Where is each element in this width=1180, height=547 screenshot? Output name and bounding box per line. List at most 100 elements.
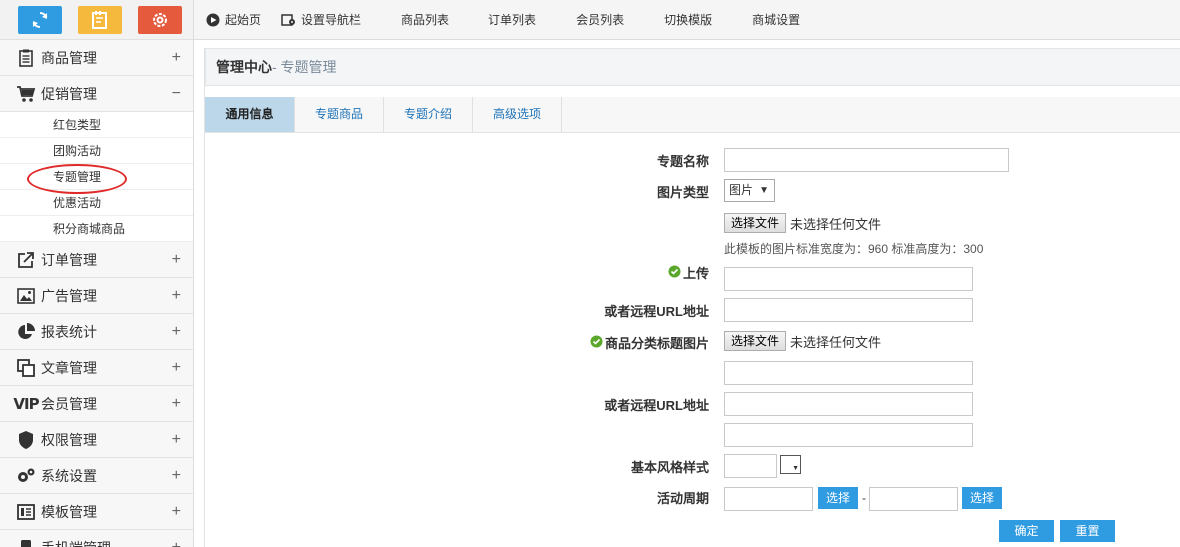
no-file-text: 未选择任何文件 — [790, 216, 882, 232]
expand-toggle[interactable]: + — [172, 467, 181, 485]
collapse-toggle[interactable]: − — [172, 85, 181, 103]
sidebar-item-system[interactable]: 系统设置 + — [0, 458, 193, 494]
extra-url-input[interactable] — [724, 423, 973, 447]
nav-mall-settings[interactable]: 商城设置 — [752, 11, 800, 28]
category-path-input[interactable] — [724, 361, 973, 385]
shield-icon — [16, 430, 36, 450]
end-date-select-button[interactable]: 选择 — [962, 487, 1002, 509]
tab-advanced[interactable]: 高级选项 — [473, 97, 563, 132]
copy-icon — [16, 358, 36, 378]
tab-general[interactable]: 通用信息 — [205, 97, 295, 132]
breadcrumb-current: - 专题管理 — [272, 59, 337, 75]
breadcrumb-root: 管理中心 — [216, 59, 272, 75]
category-title-label-row: 商品分类标题图片 — [590, 333, 709, 352]
dropdown-arrow-icon: ▼ — [792, 465, 799, 472]
expand-toggle[interactable]: + — [172, 503, 181, 521]
period-label: 活动周期 — [656, 491, 709, 506]
check-circle-icon — [668, 265, 681, 281]
remote-url-input-2[interactable] — [724, 392, 973, 416]
vip-icon: VIP — [13, 394, 39, 413]
nav-settings[interactable]: 设置导航栏 — [281, 11, 361, 28]
image-type-select[interactable]: 图片 ▼ — [724, 179, 775, 202]
topic-form: 专题名称 图片类型 图片 ▼ 上传 选择文件 未选择任何文件 此模板的图片标准宽… — [205, 133, 1180, 547]
expand-toggle[interactable]: + — [172, 287, 181, 305]
submenu-item-redpacket[interactable]: 红包类型 — [0, 112, 193, 138]
remote-url-label: 或者远程URL地址 — [604, 398, 709, 413]
sidebar-item-ads[interactable]: 广告管理 + — [0, 278, 193, 314]
quick-buttons — [0, 0, 193, 40]
expand-toggle[interactable]: + — [172, 431, 181, 449]
expand-toggle[interactable]: + — [172, 395, 181, 413]
nav-settings-label: 设置导航栏 — [301, 13, 362, 27]
sidebar-item-label: 促销管理 — [41, 85, 97, 102]
date-range-separator: - — [862, 491, 866, 505]
color-picker[interactable]: ▼ — [780, 455, 801, 474]
sidebar-item-label: 会员管理 — [41, 395, 97, 412]
expand-toggle[interactable]: + — [172, 359, 181, 377]
sidebar-item-members[interactable]: VIP 会员管理 + — [0, 386, 193, 422]
confirm-button[interactable]: 确定 — [999, 520, 1054, 542]
edit-settings-icon — [281, 13, 296, 27]
sidebar-item-label: 手机端管理 — [41, 538, 111, 547]
reset-button[interactable]: 重置 — [1060, 520, 1115, 542]
upload-path-input[interactable] — [724, 267, 973, 291]
sidebar-item-label: 商品管理 — [41, 49, 97, 66]
style-input[interactable] — [724, 454, 777, 478]
image-icon — [16, 286, 36, 306]
image-type-label: 图片类型 — [656, 185, 709, 200]
nav-order-list[interactable]: 订单列表 — [488, 11, 536, 28]
sidebar-item-label: 系统设置 — [41, 467, 97, 484]
choose-file-button[interactable]: 选择文件 — [724, 213, 787, 233]
clipboard-icon — [16, 48, 36, 68]
sidebar-item-articles[interactable]: 文章管理 + — [0, 350, 193, 386]
topic-name-input[interactable] — [724, 148, 1009, 172]
list-box-icon — [16, 502, 36, 522]
tab-topic-goods[interactable]: 专题商品 — [295, 97, 385, 132]
end-date-input[interactable] — [869, 487, 958, 511]
submenu-item-topic[interactable]: 专题管理 — [0, 164, 193, 194]
sidebar-item-promotion[interactable]: 促销管理 − — [0, 76, 193, 112]
share-box-icon — [16, 250, 36, 270]
submenu-item-groupbuy[interactable]: 团购活动 — [0, 138, 193, 164]
topic-name-label: 专题名称 — [656, 154, 709, 169]
gear-icon — [153, 12, 167, 27]
submenu-item-discount[interactable]: 优惠活动 — [0, 190, 193, 216]
tab-topic-intro[interactable]: 专题介绍 — [384, 97, 474, 132]
nav-goods-list[interactable]: 商品列表 — [401, 11, 449, 28]
gears-icon — [16, 466, 36, 486]
nav-member-list[interactable]: 会员列表 — [576, 11, 624, 28]
nav-home-label: 起始页 — [225, 13, 262, 27]
start-date-select-button[interactable]: 选择 — [818, 487, 858, 509]
style-label: 基本风格样式 — [630, 460, 709, 475]
category-file-row: 选择文件 未选择任何文件 — [724, 331, 881, 351]
sidebar-item-templates[interactable]: 模板管理 + — [0, 494, 193, 530]
refresh-icon — [32, 11, 48, 28]
category-title-label: 商品分类标题图片 — [604, 336, 709, 351]
nav-home[interactable]: 起始页 — [206, 11, 261, 28]
image-type-value: 图片 — [729, 183, 754, 197]
refresh-button[interactable] — [18, 5, 62, 34]
sidebar-item-reports[interactable]: 报表统计 + — [0, 314, 193, 350]
sidebar-item-mobile[interactable]: 手机端管理 + — [0, 530, 193, 547]
dropdown-arrow-icon: ▼ — [759, 185, 769, 196]
choose-file-button[interactable]: 选择文件 — [724, 331, 787, 351]
expand-toggle[interactable]: + — [172, 251, 181, 269]
settings-button[interactable] — [138, 5, 182, 34]
sidebar-item-permissions[interactable]: 权限管理 + — [0, 422, 193, 458]
start-date-input[interactable] — [724, 487, 813, 511]
nav-switch-template[interactable]: 切换模版 — [664, 11, 712, 28]
notes-button[interactable] — [78, 5, 122, 34]
upload-label-row: 上传 — [668, 263, 709, 282]
sidebar-item-orders[interactable]: 订单管理 + — [0, 242, 193, 278]
sidebar-item-label: 文章管理 — [41, 359, 97, 376]
sidebar-item-label: 报表统计 — [41, 323, 97, 340]
remote-url-input[interactable] — [724, 298, 973, 322]
expand-toggle[interactable]: + — [172, 539, 181, 547]
image-size-hint: 此模板的图片标准宽度为：960 标准高度为：300 — [724, 242, 984, 256]
expand-toggle[interactable]: + — [172, 323, 181, 341]
submenu-item-points-mall[interactable]: 积分商城商品 — [0, 216, 193, 242]
sidebar-item-label: 模板管理 — [41, 503, 97, 520]
expand-toggle[interactable]: + — [172, 49, 181, 67]
page-title: 管理中心 - 专题管理 — [205, 48, 1180, 86]
sidebar-item-goods[interactable]: 商品管理 + — [0, 40, 193, 76]
